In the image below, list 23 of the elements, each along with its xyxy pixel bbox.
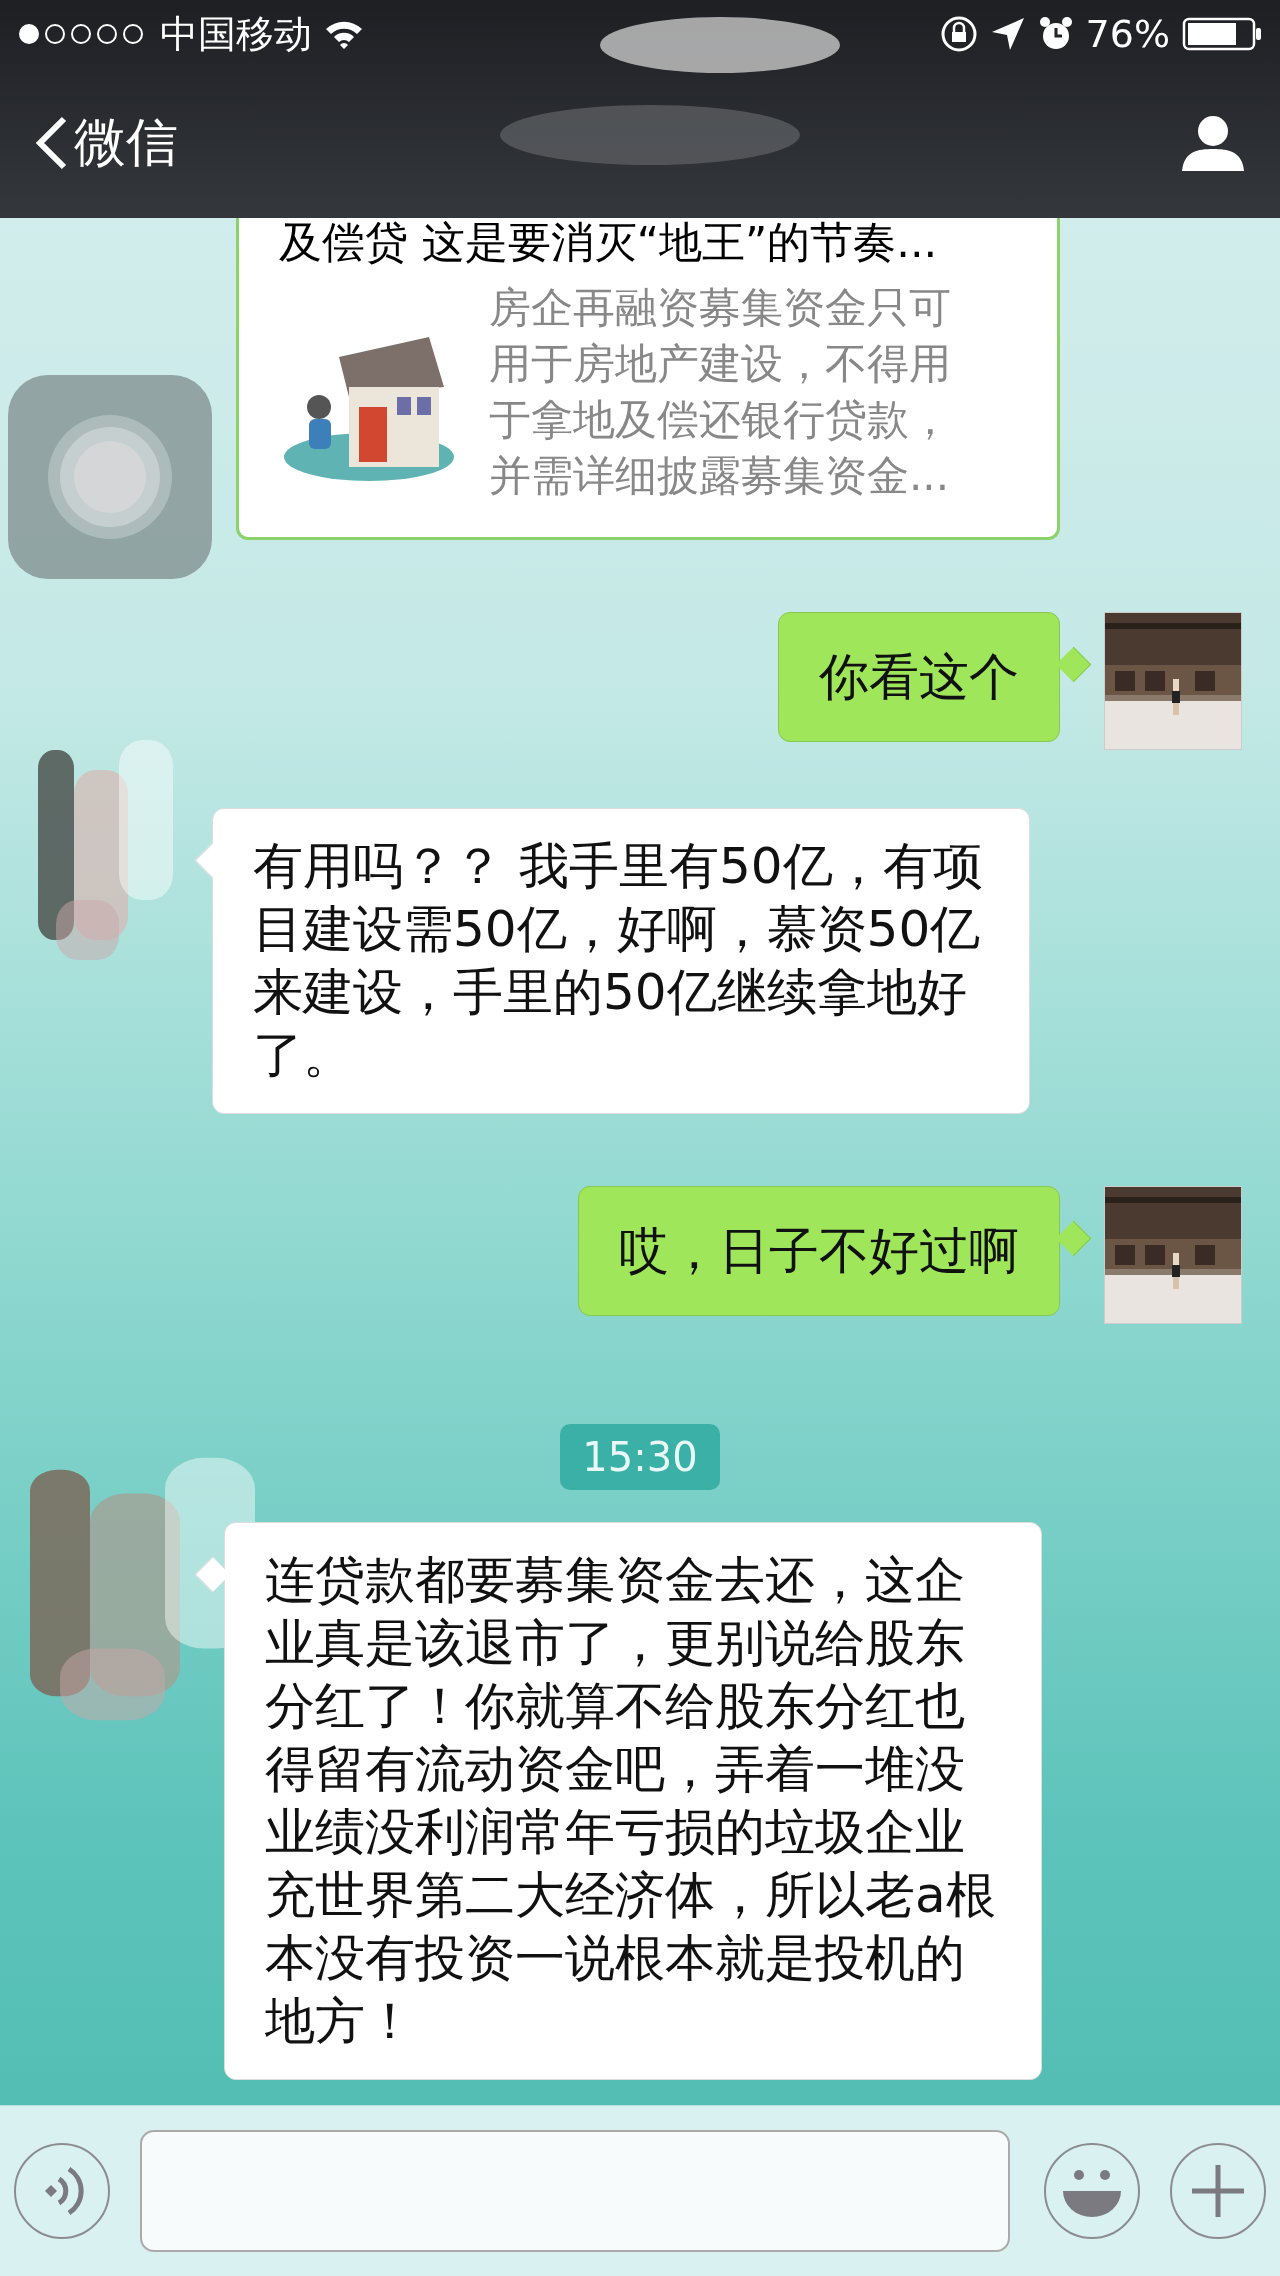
timestamp: 15:30 (560, 1424, 720, 1490)
circle-icon (45, 412, 175, 542)
message-bubble: 你看这个 (778, 612, 1060, 742)
message-input-field[interactable] (140, 2130, 1010, 2252)
assistive-touch-button[interactable] (8, 375, 212, 579)
chevron-left-icon (34, 115, 68, 171)
plus-button[interactable] (1170, 2143, 1266, 2239)
rotation-lock-icon (939, 15, 978, 53)
emoji-button[interactable] (1044, 2143, 1140, 2239)
voice-button[interactable] (14, 2143, 110, 2239)
carrier-name: 中国移动 (160, 10, 312, 58)
message-bubble: 有用吗？？ 我手里有50亿，有项目建设需50亿，好啊，慕资50亿来建设，手里的50亿继续拿地好了。 (212, 808, 1030, 1114)
battery-icon (1182, 17, 1262, 51)
message-bubble: 哎，日子不好过啊 (578, 1186, 1060, 1316)
article-summary: 房企再融资募集资金只可用于房地产建设，不得用于拿地及偿还银行贷款，并需详细披露募集资金... (489, 282, 952, 502)
message-bubble: 连贷款都要募集资金去还，这企业真是该退市了，更别说给股东分红了！你就算不给股东分红也得留有流动资金吧，弄着一堆没业绩没利润常年亏损的垃圾企业充世界第二大经济体，所以老a根本没有投资一说根本就是投机的地方！ (224, 1522, 1042, 2080)
alarm-clock-icon (1037, 16, 1074, 52)
person-icon[interactable] (1180, 113, 1246, 173)
article-card[interactable]: 及偿贷 这是要消灭“地王”的节奏... 房企再融资募集资金只可用于房地产建设，不得用于拿地及偿还银行贷款，并需详细披露募集资金... (236, 218, 1060, 540)
wifi-icon (324, 19, 364, 49)
article-title: 及偿贷 这是要消灭“地王”的节奏... (279, 216, 939, 269)
battery-percentage: 76% (1085, 12, 1170, 56)
back-button[interactable]: 微信 (34, 108, 178, 178)
